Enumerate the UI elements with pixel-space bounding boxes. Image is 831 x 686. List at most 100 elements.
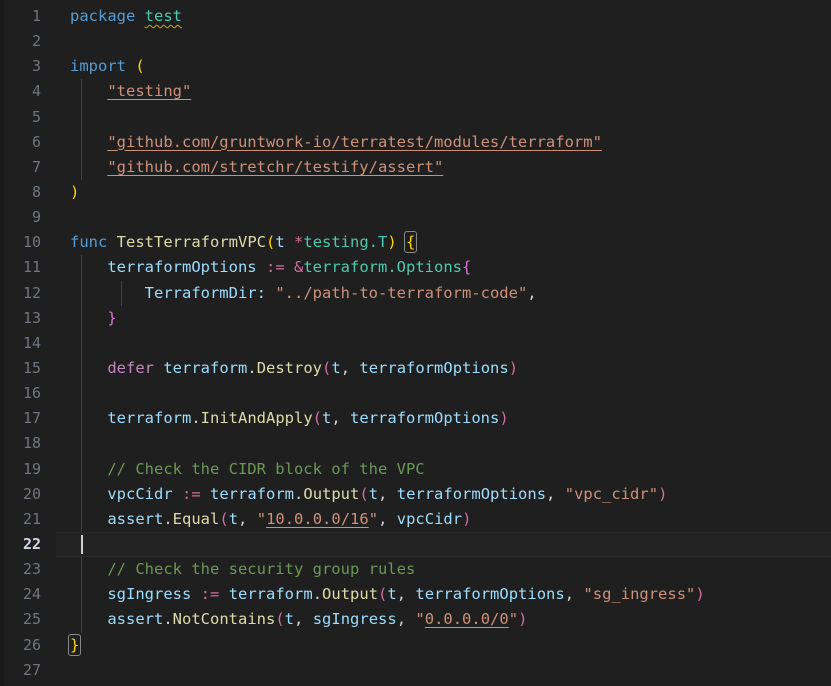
token-method-init-apply: InitAndApply — [200, 409, 313, 428]
code-line-17[interactable]: 17 terraform.InitAndApply(t, terraformOp… — [0, 406, 831, 432]
code-content[interactable]: func TestTerraformVPC(t *testing.T) { — [70, 230, 418, 255]
code-line-10[interactable]: 10 func TestTerraformVPC(t *testing.T) { — [0, 230, 831, 255]
active-line-highlight — [56, 531, 831, 558]
token-str-cidr-value[interactable]: "10.0.0.0/16" — [257, 510, 378, 528]
token-paren-open: ( — [219, 509, 229, 528]
code-line-1[interactable]: 1 package test — [0, 4, 831, 29]
code-content[interactable]: sgIngress := terraform.Output(t, terrafo… — [70, 582, 705, 607]
token-arg-sg-ingress: sgIngress — [312, 610, 397, 629]
token-assign-op: := — [200, 585, 220, 604]
code-line-6[interactable]: 6 "github.com/gruntwork-io/terratest/mod… — [0, 129, 831, 155]
token-method-equal: Equal — [172, 509, 220, 528]
code-line-21[interactable]: 21 assert.Equal(t, "10.0.0.0/16", vpcCid… — [0, 506, 831, 532]
code-line-25[interactable]: 25 assert.NotContains(t, sgIngress, "0.0… — [0, 607, 831, 633]
token-comma: , — [527, 283, 537, 302]
code-line-20[interactable]: 20 vpcCidr := terraform.Output(t, terraf… — [0, 481, 831, 507]
line-number: 15 — [22, 358, 41, 377]
code-line-5[interactable]: 5 — [0, 104, 831, 130]
line-number: 27 — [22, 660, 41, 679]
token-arg-options: terraformOptions — [415, 585, 565, 604]
code-line-14[interactable]: 14 — [0, 330, 831, 356]
token-comment-cidr: // Check the CIDR block of the VPC — [107, 459, 425, 478]
token-pkg-assert: assert — [107, 610, 164, 629]
code-content[interactable]: package test — [70, 4, 182, 29]
token-str-vpc-cidr: "vpc_cidr" — [564, 484, 659, 503]
code-content[interactable]: terraformOptions := &terraform.Options{ — [70, 255, 471, 280]
token-import-testify[interactable]: "github.com/stretchr/testify/assert" — [107, 158, 443, 176]
token-pkg-terraform: terraform — [228, 585, 313, 604]
code-editor[interactable]: 1 package test 2 3 import ( 4 "testing" … — [0, 0, 831, 686]
code-line-16[interactable]: 16 — [0, 381, 831, 407]
token-str-any-cidr[interactable]: "0.0.0.0/0" — [415, 610, 518, 628]
token-method-destroy: Destroy — [256, 358, 323, 377]
token-param-type: testing.T — [303, 233, 388, 252]
token-paren-close: ) — [658, 484, 668, 503]
code-content[interactable]: } — [67, 633, 82, 658]
code-content[interactable]: // Check the CIDR block of the VPC — [70, 457, 425, 482]
token-import-terratest[interactable]: "github.com/gruntwork-io/terratest/modul… — [107, 133, 602, 151]
token-paren-open: ( — [265, 233, 276, 252]
code-content[interactable]: ) — [70, 180, 79, 205]
line-number: 11 — [22, 258, 41, 277]
code-line-4[interactable]: 4 "testing" — [0, 79, 831, 105]
line-number: 7 — [31, 157, 41, 176]
token-var-terraform-options: terraformOptions — [107, 258, 257, 277]
code-content[interactable]: import ( — [70, 54, 145, 79]
code-line-23[interactable]: 23 // Check the security group rules — [0, 557, 831, 583]
token-var-sg-ingress: sgIngress — [107, 585, 192, 604]
token-paren-close: ) — [387, 233, 397, 252]
code-content[interactable]: vpcCidr := terraform.Output(t, terraform… — [70, 482, 667, 507]
token-brace-close: } — [107, 308, 117, 327]
token-arg-options: terraformOptions — [350, 409, 500, 428]
token-call-destroy: terraform.Destroy — [163, 358, 323, 377]
code-content[interactable]: TerraformDir: "../path-to-terraform-code… — [70, 281, 537, 306]
code-line-27[interactable]: 27 — [0, 658, 831, 683]
token-paren-open: ( — [359, 484, 369, 503]
line-number: 12 — [22, 283, 41, 302]
indent-guide — [81, 431, 82, 457]
code-line-19[interactable]: 19 // Check the CIDR block of the VPC — [0, 456, 831, 482]
code-line-15[interactable]: 15 defer terraform.Destroy(t, terraformO… — [0, 355, 831, 382]
token-arg-vpc-cidr: vpcCidr — [396, 509, 463, 528]
line-number: 6 — [31, 132, 41, 151]
code-content[interactable]: assert.Equal(t, "10.0.0.0/16", vpcCidr) — [70, 507, 471, 532]
line-number: 16 — [22, 384, 41, 403]
line-number: 2 — [31, 32, 41, 51]
token-paren-close: ) — [70, 182, 80, 201]
token-arg-t: t — [284, 610, 295, 629]
code-line-2[interactable]: 2 — [0, 29, 831, 54]
token-address-of: & — [294, 258, 304, 277]
token-str-sg-ingress: "sg_ingress" — [583, 585, 696, 604]
token-paren-open: ( — [378, 585, 388, 604]
code-content[interactable]: "github.com/stretchr/testify/assert" — [70, 155, 443, 180]
code-line-11[interactable]: 11 terraformOptions := &terraform.Option… — [0, 255, 831, 281]
line-number: 14 — [22, 333, 41, 352]
token-package-name: test — [144, 7, 182, 25]
code-content[interactable]: } — [70, 306, 117, 331]
token-brace-close-matched: } — [67, 633, 82, 656]
code-content[interactable]: defer terraform.Destroy(t, terraformOpti… — [70, 356, 518, 381]
text-cursor — [81, 534, 83, 554]
code-line-13[interactable]: 13 } — [0, 305, 831, 331]
token-keyword-import: import — [70, 57, 126, 76]
code-line-3[interactable]: 3 import ( — [0, 54, 831, 79]
code-content[interactable]: "github.com/gruntwork-io/terratest/modul… — [70, 130, 602, 155]
code-line-7[interactable]: 7 "github.com/stretchr/testify/assert" — [0, 154, 831, 180]
code-line-24[interactable]: 24 sgIngress := terraform.Output(t, terr… — [0, 582, 831, 608]
code-line-12[interactable]: 12 TerraformDir: "../path-to-terraform-c… — [0, 280, 831, 306]
token-import-testing[interactable]: "testing" — [107, 82, 191, 100]
code-line-9[interactable]: 9 — [0, 205, 831, 230]
code-line-8[interactable]: 8 ) — [0, 180, 831, 205]
code-line-22-active[interactable]: 22 — [0, 531, 831, 558]
token-param-t: t — [275, 233, 285, 252]
code-line-26[interactable]: 26 } — [0, 633, 831, 658]
code-content[interactable]: terraform.InitAndApply(t, terraformOptio… — [70, 406, 508, 431]
token-arg-options: terraformOptions — [359, 358, 509, 377]
code-content[interactable]: "testing" — [70, 79, 191, 104]
token-paren-close: ) — [695, 585, 705, 604]
code-line-18[interactable]: 18 — [0, 431, 831, 457]
code-content[interactable]: assert.NotContains(t, sgIngress, "0.0.0.… — [70, 607, 527, 632]
token-pointer-star: * — [294, 233, 304, 252]
line-number: 26 — [22, 635, 41, 654]
code-content[interactable]: // Check the security group rules — [70, 557, 415, 582]
